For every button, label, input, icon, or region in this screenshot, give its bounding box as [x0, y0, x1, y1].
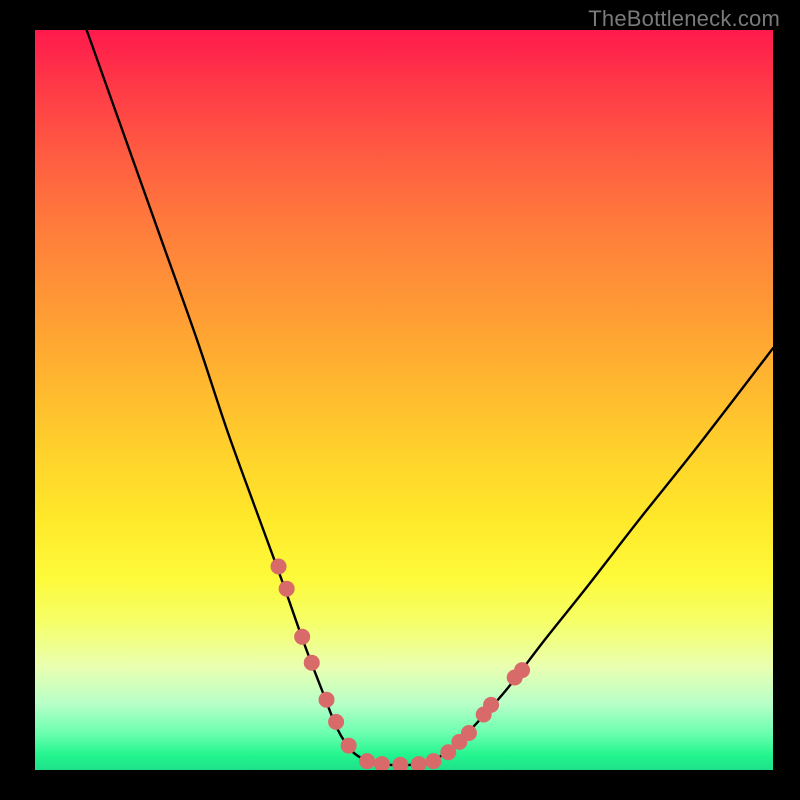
chart-svg [35, 30, 773, 770]
curve-marker [279, 581, 295, 597]
curve-marker [294, 629, 310, 645]
curve-marker [341, 738, 357, 754]
curve-marker [514, 662, 530, 678]
curve-marker [411, 756, 427, 770]
curve-marker [392, 757, 408, 770]
chart-frame: TheBottleneck.com [0, 0, 800, 800]
curve-group [87, 30, 773, 765]
curve-marker [483, 697, 499, 713]
curve-marker [304, 655, 320, 671]
watermark-text: TheBottleneck.com [588, 6, 780, 32]
bottleneck-curve [87, 30, 773, 765]
curve-marker [374, 756, 390, 770]
curve-marker [271, 559, 287, 575]
curve-marker [359, 753, 375, 769]
marker-group [271, 559, 531, 771]
curve-marker [461, 725, 477, 741]
curve-marker [319, 692, 335, 708]
plot-area [35, 30, 773, 770]
curve-marker [426, 753, 442, 769]
curve-marker [328, 714, 344, 730]
